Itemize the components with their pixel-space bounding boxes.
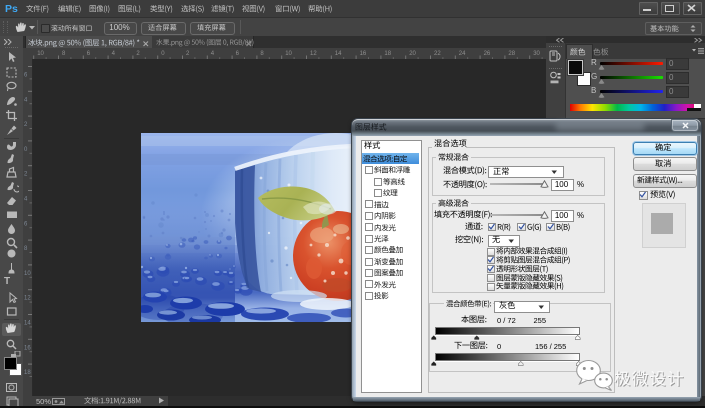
svg-text:26: 26 [484, 51, 491, 57]
svg-text:10: 10 [37, 51, 44, 57]
svg-text:12: 12 [24, 296, 31, 302]
svg-text:10: 10 [24, 271, 31, 277]
svg-text:0: 0 [24, 147, 28, 153]
svg-text:12: 12 [310, 51, 317, 57]
svg-text:10: 10 [285, 51, 292, 57]
svg-text:6: 6 [24, 221, 28, 227]
svg-text:22: 22 [434, 51, 441, 57]
svg-text:8: 8 [260, 51, 264, 57]
svg-text:20: 20 [409, 51, 416, 57]
svg-text:0: 0 [161, 51, 165, 57]
svg-text:18: 18 [384, 51, 391, 57]
svg-text:30: 30 [533, 51, 540, 57]
svg-text:16: 16 [24, 345, 31, 351]
svg-text:2: 2 [24, 122, 28, 128]
svg-text:4: 4 [112, 51, 116, 57]
svg-text:4: 4 [24, 197, 28, 203]
svg-text:2: 2 [186, 51, 190, 57]
svg-text:8: 8 [62, 51, 66, 57]
svg-text:6: 6 [236, 51, 240, 57]
svg-text:24: 24 [459, 51, 466, 57]
svg-text:18: 18 [24, 370, 31, 376]
svg-text:28: 28 [508, 51, 515, 57]
svg-text:6: 6 [24, 73, 28, 79]
svg-text:4: 4 [24, 97, 28, 103]
svg-text:2: 2 [136, 51, 140, 57]
svg-text:2: 2 [24, 172, 28, 178]
svg-text:6: 6 [87, 51, 91, 57]
svg-text:14: 14 [24, 321, 31, 327]
svg-text:14: 14 [335, 51, 342, 57]
svg-text:16: 16 [360, 51, 367, 57]
svg-text:8: 8 [24, 246, 28, 252]
svg-text:4: 4 [211, 51, 215, 57]
